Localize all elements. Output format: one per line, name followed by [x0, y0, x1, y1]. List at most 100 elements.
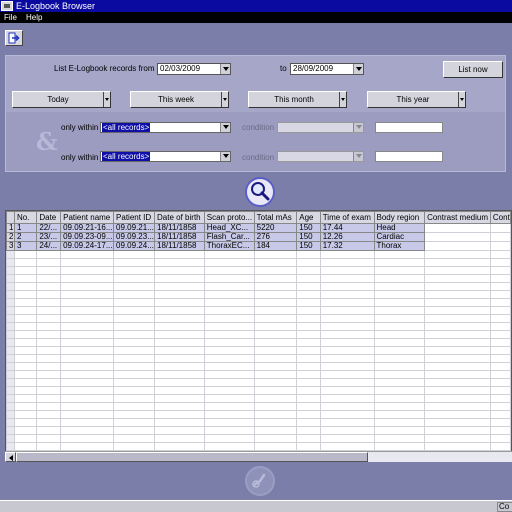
- table-cell: 276: [253, 232, 298, 242]
- row-number[interactable]: 2: [6, 232, 15, 242]
- column-header[interactable]: No.: [13, 211, 38, 224]
- logbook-logo: [245, 466, 275, 496]
- empty-cell: [489, 338, 511, 347]
- scroll-left-icon[interactable]: [5, 452, 16, 462]
- empty-cell: [154, 258, 205, 267]
- column-header[interactable]: Date of birth: [154, 211, 205, 224]
- from-date-field[interactable]: 02/03/2009: [157, 63, 231, 75]
- this-week-button[interactable]: This week: [130, 91, 229, 108]
- empty-cell: [489, 370, 511, 379]
- empty-cell: [154, 330, 205, 339]
- empty-cell: [60, 346, 115, 355]
- field-select-1-dropdown-icon[interactable]: [220, 123, 230, 132]
- value-input-2[interactable]: [375, 151, 443, 162]
- scrollbar-thumb[interactable]: [16, 452, 368, 462]
- empty-cell: [489, 290, 511, 299]
- empty-cell: [13, 290, 38, 299]
- empty-cell: [203, 378, 255, 387]
- empty-cell: [253, 282, 298, 291]
- condition-select-1[interactable]: [277, 122, 364, 133]
- search-button[interactable]: [245, 177, 275, 207]
- empty-cell: [113, 258, 156, 267]
- empty-cell: [296, 290, 321, 299]
- exit-button[interactable]: [5, 30, 23, 46]
- to-date-field[interactable]: 28/09/2009: [290, 63, 364, 75]
- empty-cell: [373, 402, 426, 411]
- row-header-corner[interactable]: [6, 211, 15, 224]
- table-row[interactable]: 2 2 23/... 09.09.23-09... 09.09.23... 18/11/1…: [6, 232, 511, 242]
- this-year-button[interactable]: This year: [367, 91, 466, 108]
- column-header[interactable]: Time of exam: [319, 211, 375, 224]
- empty-cell: [13, 338, 38, 347]
- condition-select-2-dropdown-icon[interactable]: [353, 152, 363, 161]
- empty-table-row: [6, 426, 511, 435]
- records-table[interactable]: No. Date Patient name Patient ID Date of bir…: [5, 210, 512, 462]
- this-month-button[interactable]: This month: [248, 91, 347, 108]
- to-date-dropdown-icon[interactable]: [353, 64, 363, 74]
- to-date-value: 28/09/2009: [293, 64, 334, 73]
- empty-cell: [113, 306, 156, 315]
- empty-cell: [203, 394, 255, 403]
- empty-cell: [60, 370, 115, 379]
- condition-select-2[interactable]: [277, 151, 364, 162]
- empty-table-row: [6, 314, 511, 323]
- empty-cell: [296, 266, 321, 275]
- empty-cell: [6, 426, 15, 435]
- empty-table-row: [6, 434, 511, 443]
- today-button[interactable]: Today: [12, 91, 111, 108]
- empty-cell: [253, 338, 298, 347]
- today-dropdown-icon[interactable]: [103, 92, 110, 107]
- condition-select-1-dropdown-icon[interactable]: [353, 123, 363, 132]
- column-header[interactable]: Patient name: [60, 211, 115, 224]
- empty-cell: [36, 290, 62, 299]
- column-header[interactable]: Contrast medium: [424, 211, 491, 224]
- field-select-2-dropdown-icon[interactable]: [220, 152, 230, 161]
- row-number[interactable]: 3: [6, 241, 15, 251]
- column-header[interactable]: Scan proto...: [203, 211, 255, 224]
- table-row[interactable]: 1 1 22/... 09.09.21-16... 09.09.21... 18/11/1…: [6, 223, 511, 233]
- field-select-2-value: <all records>: [102, 152, 151, 161]
- empty-cell: [113, 282, 156, 291]
- empty-cell: [154, 402, 205, 411]
- this-month-dropdown-icon[interactable]: [339, 92, 346, 107]
- empty-table-row: [6, 418, 511, 427]
- empty-cell: [424, 306, 491, 315]
- empty-cell: [296, 282, 321, 291]
- field-select-2[interactable]: <all records>: [100, 151, 231, 162]
- field-select-1[interactable]: <all records>: [100, 122, 231, 133]
- column-header[interactable]: Date: [36, 211, 62, 224]
- column-header[interactable]: Total mAs: [253, 211, 298, 224]
- empty-cell: [253, 258, 298, 267]
- from-date-dropdown-icon[interactable]: [220, 64, 230, 74]
- table-cell: 5220: [253, 223, 298, 233]
- empty-cell: [13, 314, 38, 323]
- empty-cell: [36, 394, 62, 403]
- empty-cell: [373, 434, 426, 443]
- this-year-dropdown-icon[interactable]: [458, 92, 465, 107]
- empty-cell: [489, 306, 511, 315]
- empty-cell: [253, 386, 298, 395]
- empty-cell: [154, 434, 205, 443]
- table-cell: 2: [13, 232, 38, 242]
- menu-file[interactable]: File: [4, 12, 17, 23]
- column-header[interactable]: Age: [296, 211, 321, 224]
- table-row[interactable]: 3 3 24/... 09.09.24-17... 09.09.24... 18/11/1…: [6, 241, 511, 251]
- from-date-value: 02/03/2009: [160, 64, 201, 73]
- column-header[interactable]: Body region: [373, 211, 426, 224]
- menu-help[interactable]: Help: [26, 12, 42, 23]
- empty-cell: [424, 314, 491, 323]
- empty-cell: [253, 250, 298, 259]
- empty-cell: [6, 418, 15, 427]
- value-input-1[interactable]: [375, 122, 443, 133]
- horizontal-scrollbar[interactable]: [5, 451, 512, 462]
- empty-cell: [253, 370, 298, 379]
- column-header[interactable]: Cont: [489, 211, 511, 224]
- row-number[interactable]: 1: [6, 223, 15, 233]
- list-now-button[interactable]: List now: [443, 61, 503, 78]
- empty-cell: [203, 314, 255, 323]
- column-header[interactable]: Patient ID: [113, 211, 156, 224]
- this-week-dropdown-icon[interactable]: [221, 92, 228, 107]
- table-cell: 09.09.21...: [113, 223, 156, 233]
- empty-cell: [6, 282, 15, 291]
- empty-cell: [296, 410, 321, 419]
